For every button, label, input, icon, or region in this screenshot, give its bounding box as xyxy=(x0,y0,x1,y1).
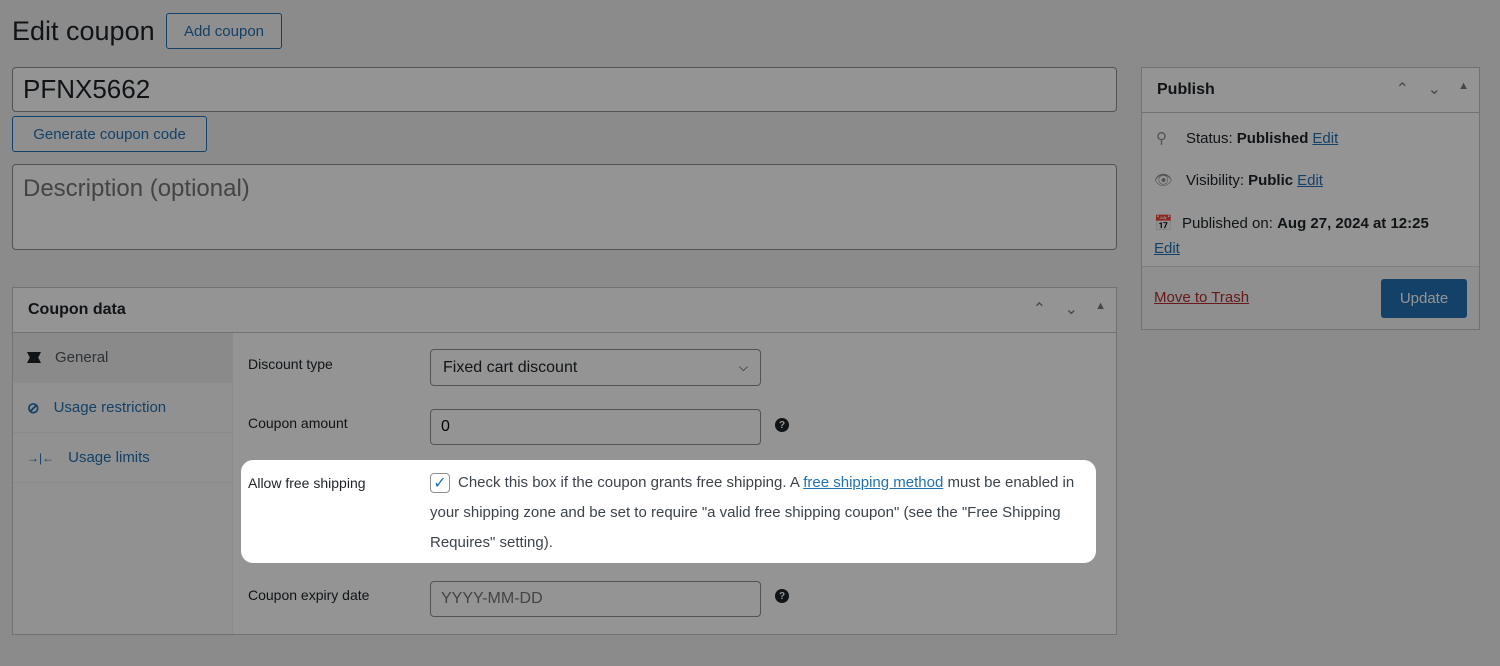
collapse-toggle-icon[interactable]: ▲ xyxy=(1095,300,1106,312)
tab-label: Usage restriction xyxy=(53,399,167,416)
page-title: Edit coupon xyxy=(12,16,155,46)
move-down-icon[interactable]: ⌄ xyxy=(1428,79,1441,99)
move-to-trash-link[interactable]: Move to Trash xyxy=(1154,289,1249,306)
publish-metabox: Publish ⌃ ⌄ ▲ ⚲ Status: Published Edit 👁 V… xyxy=(1141,67,1480,330)
ticket-icon xyxy=(27,352,41,363)
expiry-date-input[interactable] xyxy=(430,581,761,617)
move-down-icon[interactable]: ⌄ xyxy=(1065,299,1078,319)
published-value: Aug 27, 2024 at 12:25 xyxy=(1277,215,1429,232)
tab-usage-restriction[interactable]: ⊘ Usage restriction xyxy=(13,383,232,433)
coupon-amount-input[interactable] xyxy=(430,409,761,445)
expiry-date-label: Coupon expiry date xyxy=(248,587,370,603)
help-icon[interactable]: ? xyxy=(775,589,789,603)
select-value: Fixed cart discount xyxy=(443,358,578,376)
free-shipping-method-link[interactable]: free shipping method xyxy=(803,474,943,491)
tab-label: General xyxy=(55,349,109,366)
coupon-amount-label: Coupon amount xyxy=(248,415,348,431)
pin-icon: ⚲ xyxy=(1156,130,1167,147)
edit-status-link[interactable]: Edit xyxy=(1312,130,1338,147)
free-shipping-description: Check this box if the coupon grants free… xyxy=(430,474,1075,551)
move-up-icon[interactable]: ⌃ xyxy=(1033,299,1046,319)
tab-usage-limits[interactable]: →|← Usage limits xyxy=(13,433,232,483)
eye-icon: 👁 xyxy=(1154,172,1174,189)
edit-visibility-link[interactable]: Edit xyxy=(1297,172,1323,189)
edit-date-link[interactable]: Edit xyxy=(1154,240,1180,257)
visibility-label: Visibility: xyxy=(1186,171,1245,189)
metabox-title: Publish xyxy=(1157,81,1215,98)
coupon-code-input[interactable] xyxy=(12,67,1117,112)
discount-type-select[interactable]: Fixed cart discount ⌵ xyxy=(430,349,761,386)
free-shipping-label: Allow free shipping xyxy=(248,475,366,491)
update-button[interactable]: Update xyxy=(1381,279,1467,318)
visibility-value: Public xyxy=(1248,171,1294,189)
block-icon: ⊘ xyxy=(27,399,40,417)
move-up-icon[interactable]: ⌃ xyxy=(1396,79,1409,99)
chevron-down-icon: ⌵ xyxy=(738,360,748,374)
metabox-title: Coupon data xyxy=(28,301,126,318)
status-value: Published xyxy=(1236,129,1309,147)
generate-coupon-code-button[interactable]: Generate coupon code xyxy=(12,116,207,152)
tab-general[interactable]: General xyxy=(13,333,232,383)
status-label: Status: xyxy=(1186,129,1233,147)
tab-label: Usage limits xyxy=(68,449,150,466)
calendar-icon: 📅 xyxy=(1154,215,1173,232)
collapse-toggle-icon[interactable]: ▲ xyxy=(1458,80,1469,92)
discount-type-label: Discount type xyxy=(248,356,333,372)
limits-icon: →|← xyxy=(27,450,55,465)
description-textarea[interactable] xyxy=(12,164,1117,250)
add-coupon-button[interactable]: Add coupon xyxy=(166,13,282,49)
help-icon[interactable]: ? xyxy=(775,418,789,432)
published-label: Published on: xyxy=(1182,215,1273,232)
